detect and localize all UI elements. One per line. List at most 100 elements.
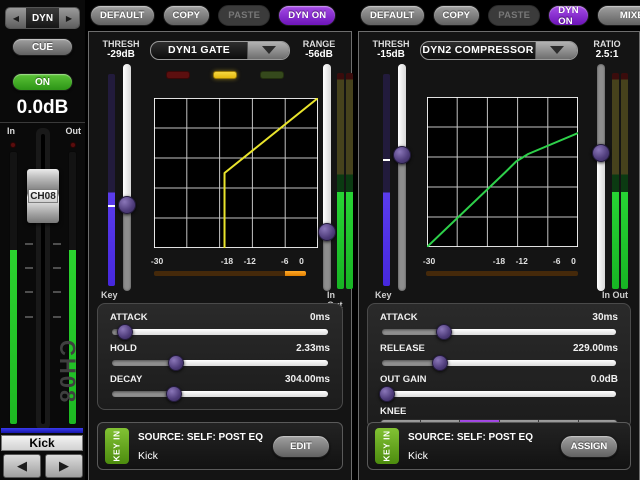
keyin-tab: KEY IN: [105, 428, 129, 464]
attack-slider[interactable]: [110, 324, 330, 340]
next-channel-button[interactable]: ▶: [45, 454, 83, 478]
attack-label: ATTACK: [380, 312, 418, 323]
decay-slider[interactable]: [110, 386, 330, 402]
scale-tick: -12: [516, 256, 528, 266]
channel-name: Kick: [1, 435, 83, 451]
key-threshold-tick: [108, 205, 115, 207]
decay-value: 304.00ms: [285, 374, 330, 385]
hold-label: HOLD: [110, 343, 137, 354]
chevron-down-icon: [262, 46, 276, 54]
chevron-down-icon: [550, 46, 564, 54]
gate-key-meter: [108, 74, 115, 286]
comp-ratio-thumb[interactable]: [592, 144, 610, 162]
decay-label: DECAY: [110, 374, 142, 385]
dyn2-toolbar: DEFAULT COPY PASTE DYN ON MIXER: [360, 0, 640, 31]
dropdown-open-button[interactable]: [535, 42, 577, 59]
scale-tick: -18: [493, 256, 505, 266]
gate-range-slider[interactable]: [318, 64, 336, 291]
release-thumb[interactable]: [432, 355, 448, 371]
page-next-button[interactable]: ▶: [59, 8, 79, 28]
scale-tick: 0: [299, 256, 304, 266]
gate-in-meter: [337, 73, 344, 289]
keyin-source: SOURCE: SELF: POST EQ: [138, 432, 263, 443]
gate-curve: [225, 98, 318, 248]
comp-keyin-section: KEY IN SOURCE: SELF: POST EQ Kick ASSIGN: [367, 422, 631, 470]
comp-curve: [427, 133, 578, 247]
comp-ratio-slider[interactable]: [592, 64, 610, 291]
comp-gr-meter: [426, 271, 578, 276]
channel-fader[interactable]: CH08: [27, 169, 59, 223]
channel-id-ghost: CH08: [54, 340, 80, 404]
hold-value: 2.33ms: [296, 343, 330, 354]
comp-key-meter: [383, 74, 390, 286]
dyn1-default-button[interactable]: DEFAULT: [90, 5, 155, 26]
outgain-label: OUT GAIN: [380, 374, 426, 385]
dyn2-on-button[interactable]: DYN ON: [548, 5, 589, 26]
release-label: RELEASE: [380, 343, 425, 354]
inout-label: In Out: [602, 290, 628, 300]
key-threshold-tick: [383, 159, 390, 161]
keyin-edit-button[interactable]: EDIT: [272, 435, 330, 458]
dyn2-copy-button[interactable]: COPY: [433, 5, 481, 26]
in-clip-led: [10, 142, 16, 148]
channel-color-bar: [1, 428, 83, 433]
dynamics-screen: ◀ DYN ▶ CUE ON 0.0dB In Out CH08 CH08 Ki…: [0, 0, 640, 480]
scale-tick: 0: [571, 256, 576, 266]
right-arrow-icon: ▶: [66, 14, 72, 23]
gate-threshold-thumb[interactable]: [118, 196, 136, 214]
key-label: Key: [101, 290, 118, 300]
channel-sidebar: ◀ DYN ▶ CUE ON 0.0dB In Out CH08 CH08 Ki…: [0, 0, 85, 480]
gate-range-readout: RANGE -56dB: [292, 39, 346, 61]
attack-thumb[interactable]: [436, 324, 452, 340]
in-level-meter: [10, 152, 17, 424]
comp-threshold-thumb[interactable]: [393, 146, 411, 164]
knee-label: KNEE: [380, 406, 618, 417]
dyn1-paste-button: PASTE: [218, 5, 270, 26]
outgain-slider[interactable]: [380, 386, 618, 402]
release-slider[interactable]: [380, 355, 618, 371]
gate-type-label: DYN1 GATE: [151, 42, 247, 59]
gate-threshold-slider[interactable]: [118, 64, 136, 291]
keyin-assign-button[interactable]: ASSIGN: [560, 435, 618, 458]
scale-tick: -6: [553, 256, 561, 266]
attack-label: ATTACK: [110, 312, 148, 323]
gate-closed-led: [166, 71, 190, 79]
outgain-thumb[interactable]: [379, 386, 395, 402]
dyn1-copy-button[interactable]: COPY: [163, 5, 211, 26]
gate-threshold-readout: THRESH -29dB: [94, 39, 148, 61]
scale-tick: -18: [221, 256, 233, 266]
comp-type-label: DYN2 COMPRESSOR: [421, 42, 535, 59]
mixer-button[interactable]: MIXER: [597, 5, 640, 26]
right-arrow-icon: ▶: [59, 458, 69, 474]
dyn1-toolbar: DEFAULT COPY PASTE DYN ON: [90, 0, 352, 31]
scale-tick: -12: [244, 256, 256, 266]
fader-gain-value: 0.0dB: [0, 97, 85, 119]
meter-out-label: Out: [66, 126, 82, 136]
comp-threshold-slider[interactable]: [393, 64, 411, 291]
hold-slider[interactable]: [110, 355, 330, 371]
comp-out-meter: [621, 73, 628, 289]
gate-sliders: ATTACK 0ms HOLD 2.33ms DECAY 304.00ms: [97, 303, 343, 410]
hold-thumb[interactable]: [168, 355, 184, 371]
gate-gr-meter: [154, 271, 306, 276]
comp-type-dropdown[interactable]: DYN2 COMPRESSOR: [420, 41, 578, 60]
key-label: Key: [375, 290, 392, 300]
gate-range-thumb[interactable]: [318, 223, 336, 241]
attack-thumb[interactable]: [117, 324, 133, 340]
dyn1-on-button[interactable]: DYN ON: [278, 5, 336, 26]
cue-button[interactable]: CUE: [12, 38, 73, 56]
keyin-source-channel: Kick: [408, 450, 428, 462]
page-prev-button[interactable]: ◀: [6, 8, 26, 28]
dyn2-paste-button: PASTE: [488, 5, 540, 26]
attack-value: 0ms: [310, 312, 330, 323]
channel-on-button[interactable]: ON: [12, 73, 73, 91]
comp-threshold-readout: THRESH -15dB: [364, 39, 418, 61]
decay-thumb[interactable]: [166, 386, 182, 402]
gate-type-dropdown[interactable]: DYN1 GATE: [150, 41, 290, 60]
dropdown-open-button[interactable]: [247, 42, 289, 59]
dyn2-default-button[interactable]: DEFAULT: [360, 5, 425, 26]
prev-channel-button[interactable]: ◀: [3, 454, 41, 478]
attack-slider[interactable]: [380, 324, 618, 340]
release-value: 229.00ms: [573, 343, 618, 354]
comp-gr-scale: -30-18-12-60: [426, 256, 578, 267]
